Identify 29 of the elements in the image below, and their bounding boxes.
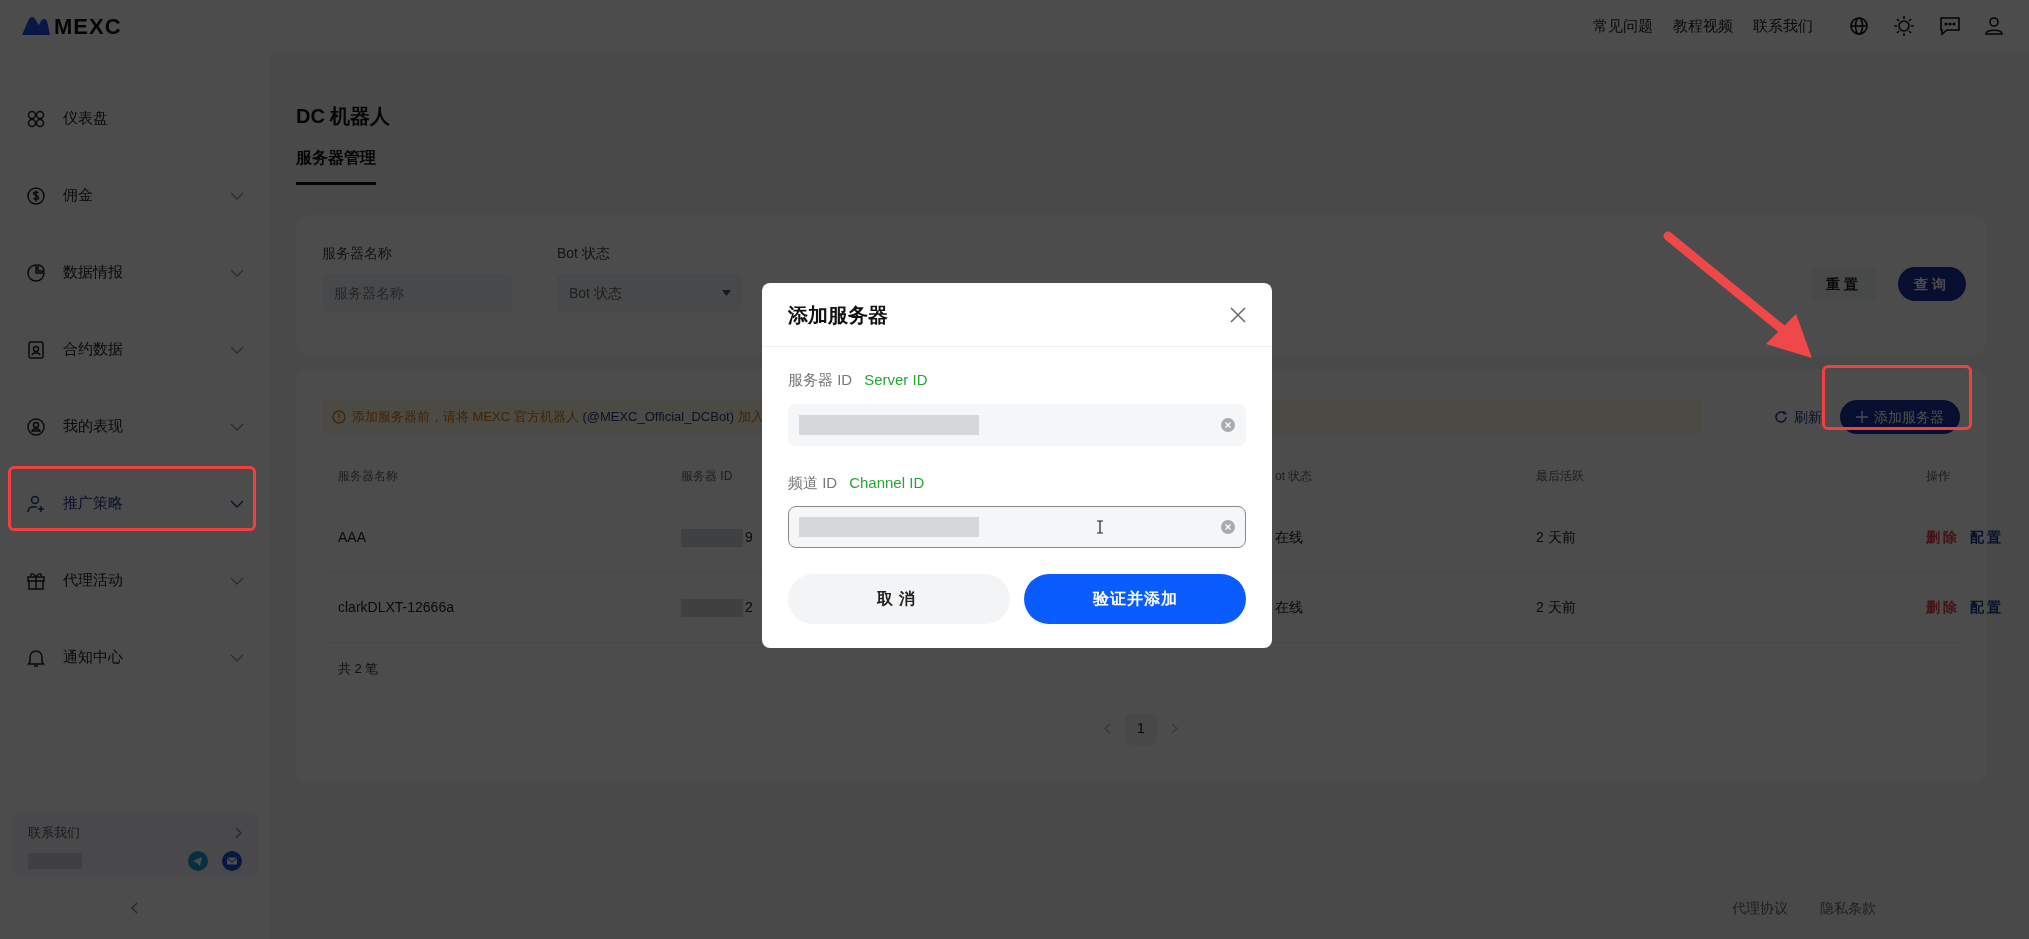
clear-icon[interactable] [1221,417,1235,432]
dialog-title: 添加服务器 [788,302,888,328]
cancel-button[interactable]: 取消 [788,574,1010,624]
table-cell-text: 9 [745,528,753,547]
field-hint: Server ID [864,370,928,390]
table-cell-text: 2 [745,598,753,617]
bot-link[interactable]: (@MEXC_Official_DCBot) [582,409,735,425]
notice-text: 添加服务器前，请将 MEXC 官方机器人 (@MEXC_Official_DCBot) 加入 [352,408,764,427]
configure-link[interactable]: 配置 [1970,597,2004,618]
delete-link[interactable]: 删除 [1926,527,1960,548]
input-field[interactable] [788,506,1246,548]
close-icon[interactable] [1230,306,1246,323]
field-label: 频道 ID [788,472,838,493]
field-label: 服务器 ID [788,370,853,390]
configure-link[interactable]: 配置 [1970,527,2004,548]
table-cell-text: 2 天前 [1536,528,1576,547]
total-count: 共 2 笔 [337,660,380,678]
table-cell-text: AAA [338,528,366,547]
table-cell-text: 在线 [1275,528,1303,547]
text-cursor-icon [1096,520,1104,534]
clear-icon[interactable] [1221,520,1235,534]
page-title: DC 机器人 [296,104,392,129]
table-cell-text: 在线 [1275,598,1303,617]
table-cell-text: 2 天前 [1536,598,1576,617]
table-cell-text: clarkDLXT-12666a [338,598,454,617]
verify-add-button[interactable]: 验证并添加 [1024,574,1246,624]
delete-link[interactable]: 删除 [1926,597,1960,618]
field-hint: Channel ID [849,472,925,493]
input-field[interactable] [788,403,1246,446]
